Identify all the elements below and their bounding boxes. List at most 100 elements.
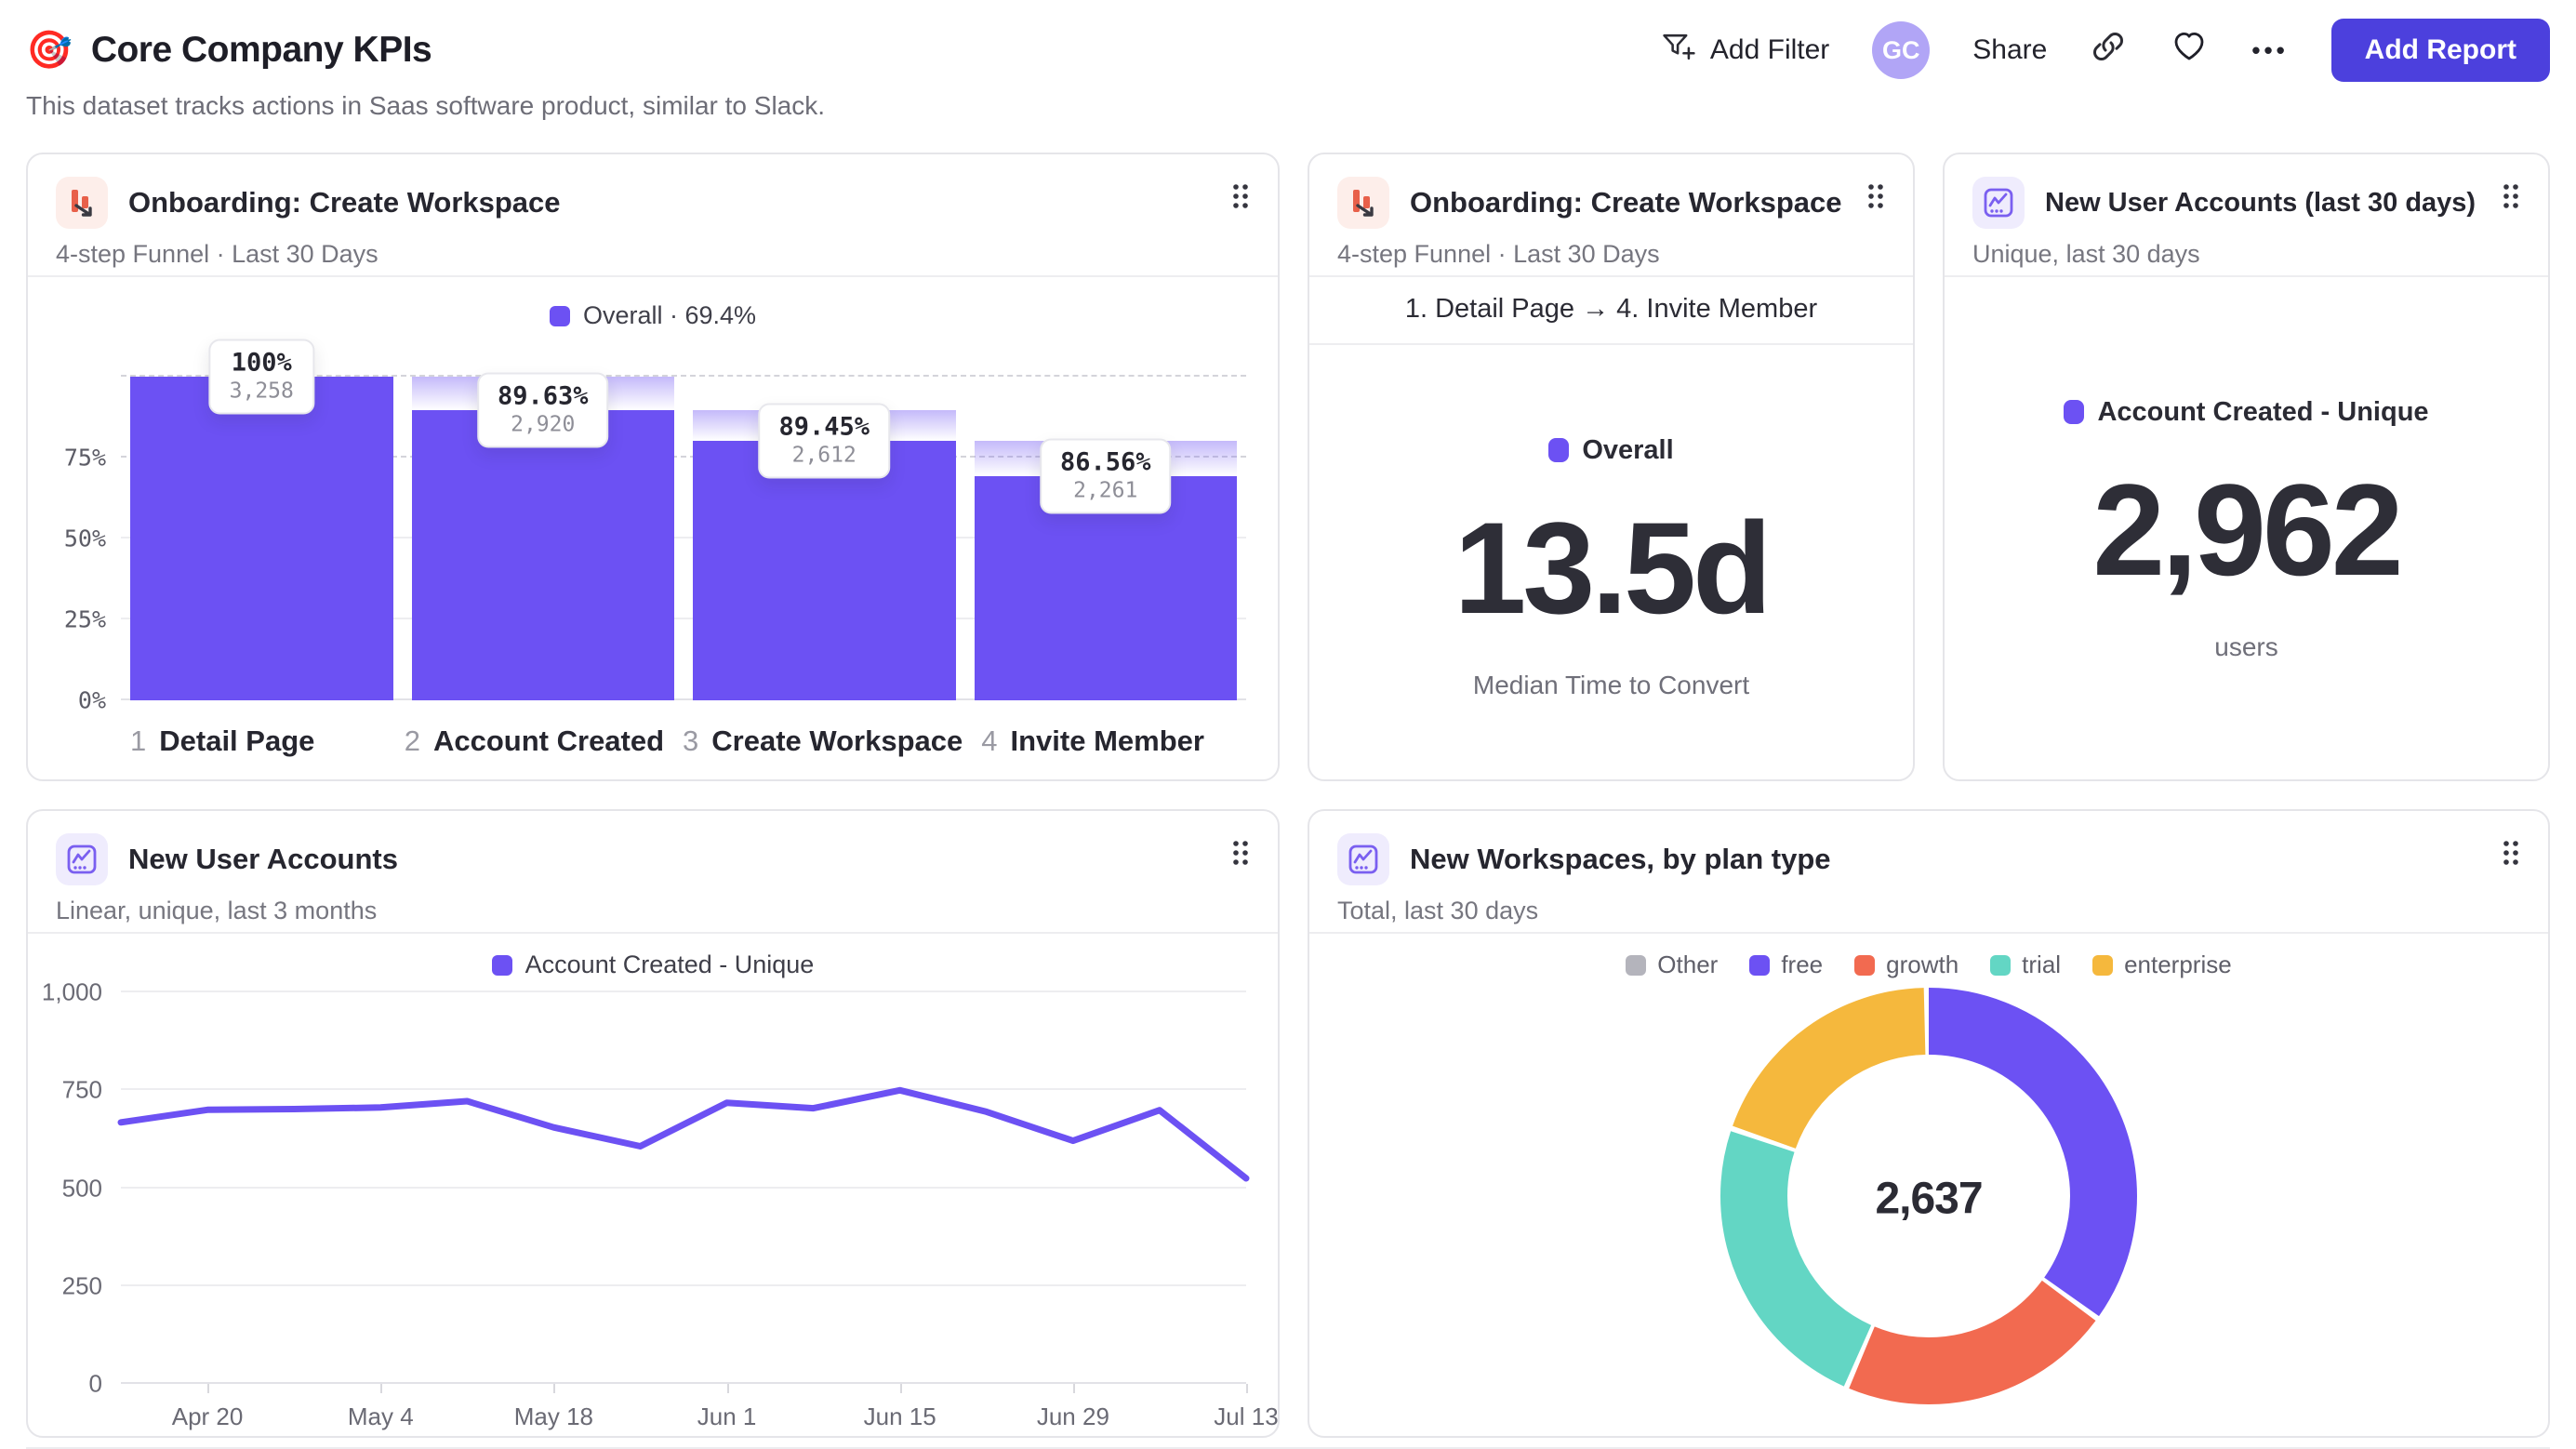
legend-chip: [1626, 954, 1647, 976]
line-x-axis: Apr 20 May 4 May 18 Jun 1 Jun 15 Jun 29 Jul 13: [121, 1384, 1279, 1443]
user-avatar[interactable]: GC: [1872, 21, 1931, 79]
drag-handle-icon[interactable]: [1866, 182, 1885, 215]
card-new-accounts-30d: New User Accounts (last 30 days) Unique,…: [1943, 153, 2550, 781]
toolbar: Add Filter GC Share ••• Add Report: [1660, 19, 2550, 82]
step-number: 1: [130, 724, 147, 757]
insights-report-icon: [1337, 833, 1389, 885]
card-time-to-convert: Onboarding: Create Workspace 4-step Funn…: [1308, 153, 1915, 781]
line-legend[interactable]: Account Created - Unique: [28, 950, 1278, 979]
divider: [28, 275, 1278, 277]
step-number: 3: [683, 724, 699, 757]
legend-label: Account Created - Unique: [2097, 396, 2429, 427]
funnel-step-tooltip: 89.63% 2,920: [476, 372, 609, 448]
tooltip-count: 2,261: [1073, 478, 1138, 502]
card-header: New User Accounts (last 30 days) Unique,…: [1945, 154, 2548, 275]
y-tick-label: 500: [61, 1174, 102, 1202]
funnel-step-column: 86.56% 2,261: [974, 377, 1237, 700]
favorite-button[interactable]: [2170, 28, 2209, 73]
funnel-bar[interactable]: [130, 377, 393, 700]
y-tick-label: 50%: [63, 525, 106, 552]
drag-handle-icon[interactable]: [1231, 839, 1250, 871]
donut-legend-item[interactable]: free: [1749, 950, 1823, 979]
card-workspaces-by-plan: New Workspaces, by plan type Total, last…: [1308, 809, 2550, 1438]
line-series-svg: [121, 992, 1246, 1384]
x-tick-label: May 18: [513, 1402, 593, 1430]
metric-legend[interactable]: Overall: [1548, 434, 1674, 466]
card-title: Onboarding: Create Workspace: [1410, 186, 1842, 219]
line-plot: [121, 990, 1246, 1393]
step-number: 2: [404, 724, 420, 757]
add-report-button[interactable]: Add Report: [2330, 19, 2550, 82]
drag-handle-icon[interactable]: [2502, 182, 2520, 215]
funnel-step-range[interactable]: 1. Detail Page → 4. Invite Member: [1309, 277, 1913, 343]
divider: [1309, 932, 2548, 934]
card-header: New Workspaces, by plan type Total, last…: [1309, 811, 2548, 932]
card-subtitle: 4-step Funnel · Last 30 Days: [56, 240, 378, 268]
copy-link-button[interactable]: [2090, 28, 2127, 73]
y-tick-label: 25%: [63, 605, 106, 633]
add-filter-button[interactable]: Add Filter: [1660, 28, 1829, 73]
funnel-bar[interactable]: [411, 410, 674, 700]
target-emoji-icon: 🎯: [26, 30, 73, 71]
funnel-plot: 100% 3,258 89.63% 2,920 89.45% 2,612 86.56% 2,2…: [121, 339, 1246, 700]
legend-chip: [2064, 400, 2085, 424]
share-button[interactable]: Share: [1972, 34, 2047, 66]
funnel-bars: 100% 3,258 89.63% 2,920 89.45% 2,612 86.56% 2,2…: [121, 339, 1246, 700]
tooltip-conversion-pct: 89.45%: [778, 412, 870, 442]
step-number: 4: [981, 724, 998, 757]
line-y-axis: 1,000 750 500 250 0: [28, 978, 121, 1398]
y-tick-label: 750: [61, 1075, 102, 1104]
metric-legend[interactable]: Account Created - Unique: [2064, 396, 2429, 428]
legend-label: Overall: [1582, 434, 1674, 465]
legend-label: Overall · 69.4%: [582, 301, 757, 329]
legend-chip: [549, 305, 570, 326]
tooltip-conversion-pct: 86.56%: [1059, 447, 1151, 476]
donut-legend-item[interactable]: growth: [1854, 950, 1959, 979]
donut-legend-item[interactable]: enterprise: [2092, 950, 2232, 979]
funnel-x-axis: 1 Detail Page 2 Account Created 3 Create Work…: [121, 700, 1246, 758]
legend-label: enterprise: [2124, 950, 2232, 978]
legend-chip: [2092, 954, 2114, 976]
page-header: 🎯 Core Company KPIs Add Filter GC Share: [26, 19, 2550, 82]
funnel-step-label: 3 Create Workspace: [683, 724, 963, 757]
legend-label: free: [1781, 950, 1824, 978]
tooltip-conversion-pct: 89.63%: [497, 381, 589, 411]
y-tick-label: 0%: [77, 686, 106, 714]
funnel-step-label: 2 Account Created: [404, 724, 665, 757]
more-options-button[interactable]: •••: [2251, 36, 2288, 65]
funnel-step-column: 89.63% 2,920: [411, 372, 674, 700]
drag-handle-icon[interactable]: [1231, 182, 1250, 215]
card-title: New Workspaces, by plan type: [1410, 843, 1831, 875]
card-subtitle: Total, last 30 days: [1337, 897, 1539, 924]
card-funnel-header: Onboarding: Create Workspace 4-step Funn…: [28, 154, 1278, 275]
insights-report-icon: [56, 833, 108, 885]
drag-handle-icon[interactable]: [2502, 839, 2520, 871]
dashboard-page: 🎯 Core Company KPIs Add Filter GC Share: [0, 0, 2576, 1449]
divider: [28, 932, 1278, 934]
donut-legend-item[interactable]: Other: [1626, 950, 1718, 979]
x-tick-label: Apr 20: [171, 1402, 244, 1430]
legend-label: growth: [1886, 950, 1959, 978]
funnel-y-axis: 75% 50% 25% 0%: [60, 377, 121, 714]
funnel-step-tooltip: 86.56% 2,261: [1039, 438, 1172, 513]
funnel-chart-body: Overall · 69.4% 75% 50% 25% 0% 100% 3,258 89.…: [28, 301, 1278, 758]
funnel-report-icon: [1337, 177, 1389, 229]
legend-label: trial: [2022, 950, 2062, 978]
funnel-bar[interactable]: [693, 440, 956, 700]
y-tick-label: 75%: [63, 444, 106, 472]
funnel-step-label: 4 Invite Member: [981, 724, 1204, 757]
funnel-step-tooltip: 100% 3,258: [208, 339, 314, 415]
y-tick-label: 0: [88, 1369, 102, 1398]
donut-center-total: 2,637: [1875, 1174, 1983, 1223]
card-title: New User Accounts (last 30 days): [2045, 187, 2476, 218]
funnel-legend[interactable]: Overall · 69.4%: [60, 301, 1246, 330]
donut-legend: Other free growth trial enterprise: [1309, 950, 2548, 979]
page-title-group: 🎯 Core Company KPIs: [26, 30, 432, 71]
filter-plus-icon: [1660, 28, 1697, 73]
funnel-step-label: 1 Detail Page: [130, 724, 315, 757]
metric-body: Overall 13.5d Median Time to Convert: [1309, 345, 1913, 790]
card-title: New User Accounts: [128, 843, 398, 875]
card-subtitle: Linear, unique, last 3 months: [56, 897, 378, 924]
card-subtitle: 4-step Funnel · Last 30 Days: [1337, 240, 1660, 268]
donut-legend-item[interactable]: trial: [1990, 950, 2061, 979]
